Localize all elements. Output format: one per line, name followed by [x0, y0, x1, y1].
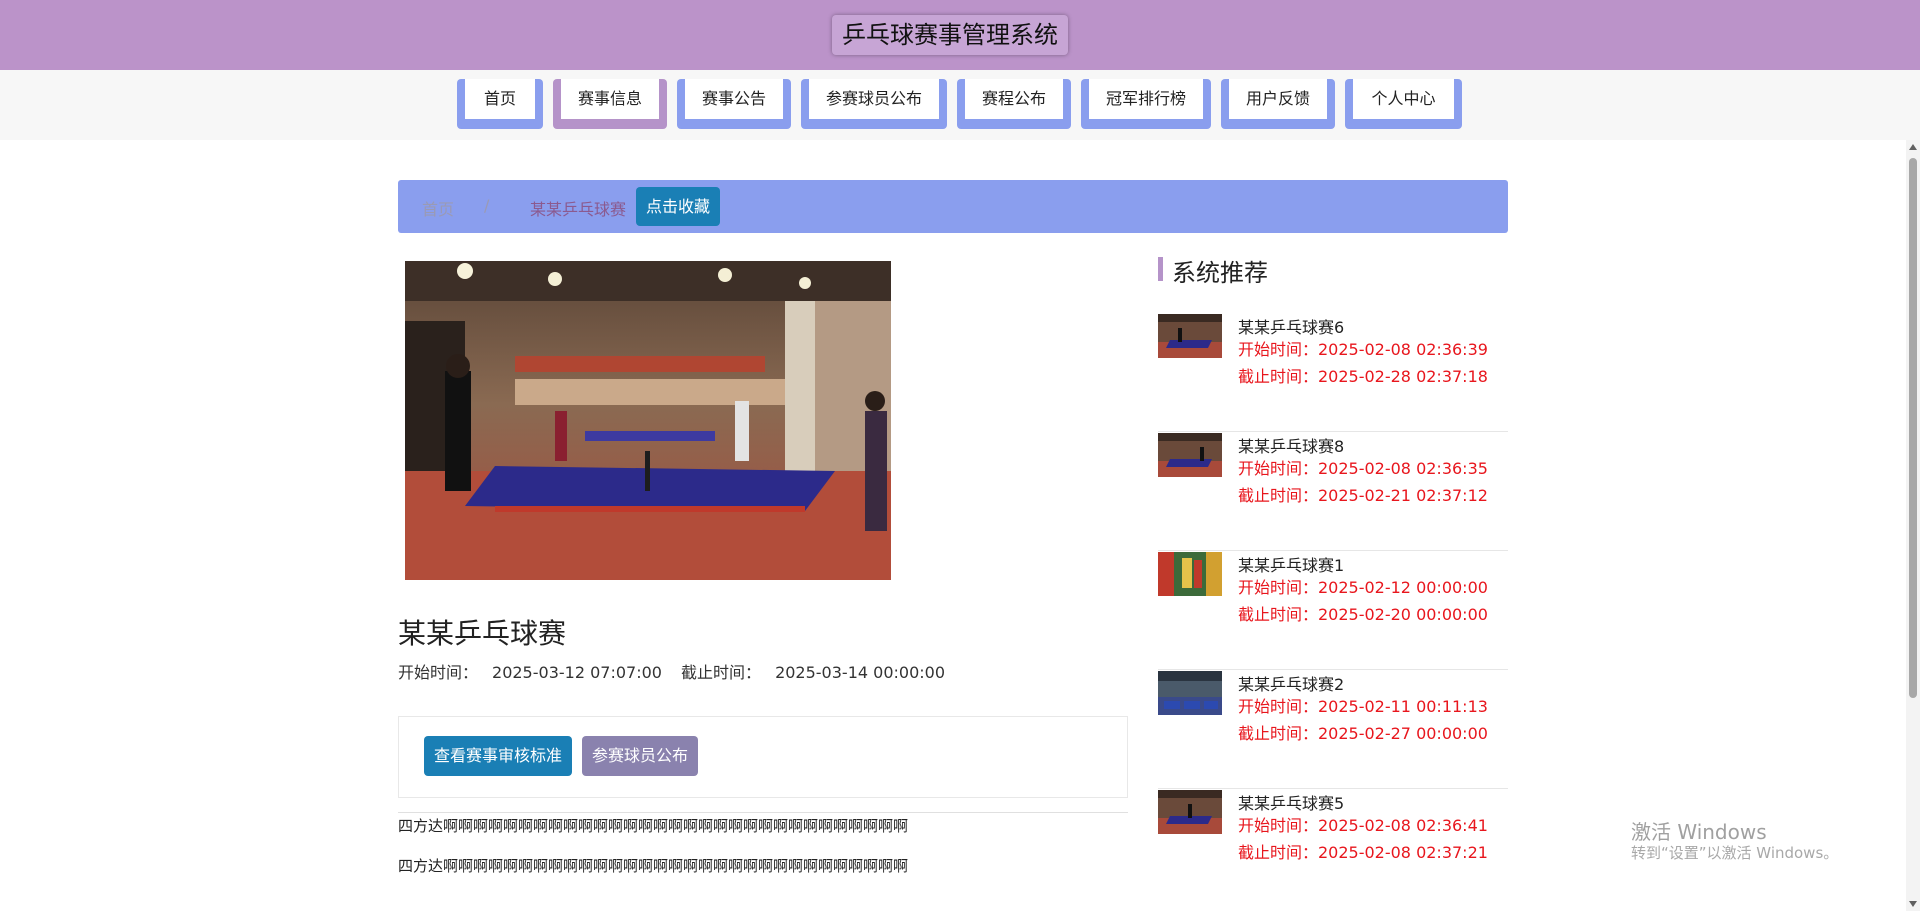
scroll-down-arrow-icon[interactable] — [1909, 901, 1917, 907]
content-line: 四方达啊啊啊啊啊啊啊啊啊啊啊啊啊啊啊啊啊啊啊啊啊啊啊啊啊啊啊啊啊啊啊 — [398, 817, 909, 835]
action-box: 查看赛事审核标准 参赛球员公布 — [398, 716, 1128, 798]
content-line: 四方达啊啊啊啊啊啊啊啊啊啊啊啊啊啊啊啊啊啊啊啊啊啊啊啊啊啊啊啊啊啊啊 — [398, 857, 909, 875]
recommend-start: 开始时间：2025-02-12 00:00:00 — [1238, 578, 1488, 597]
breadcrumb: 首页 / 某某乒乓球赛 点击收藏 — [398, 180, 1508, 233]
breadcrumb-current: 某某乒乓球赛 — [530, 200, 627, 219]
breadcrumb-home-link[interactable]: 首页 — [422, 196, 454, 220]
recommend-end: 截止时间：2025-02-21 02:37:12 — [1238, 486, 1488, 505]
collect-button[interactable]: 点击收藏 — [636, 187, 720, 226]
recommend-start: 开始时间：2025-02-08 02:36:41 — [1238, 816, 1488, 835]
recommend-end: 截止时间：2025-02-20 00:00:00 — [1238, 605, 1488, 624]
view-criteria-button[interactable]: 查看赛事审核标准 — [424, 736, 572, 776]
nav-tab-label: 用户反馈 — [1229, 79, 1327, 119]
content-divider — [398, 812, 1128, 813]
nav-tab-label: 赛程公布 — [965, 79, 1063, 119]
players-list-button[interactable]: 参赛球员公布 — [582, 736, 698, 776]
recommend-title-bar — [1158, 257, 1163, 281]
nav-tab-players[interactable]: 参赛球员公布 — [801, 79, 947, 129]
page-scrollbar[interactable] — [1906, 140, 1920, 911]
nav-tab-label: 个人中心 — [1353, 79, 1454, 119]
header: 乒乓球赛事管理系统 — [0, 0, 1920, 70]
nav-tab-event-info[interactable]: 赛事信息 — [553, 79, 667, 129]
recommend-end: 截止时间：2025-02-28 02:37:18 — [1238, 367, 1488, 386]
nav-tab-label: 冠军排行榜 — [1089, 79, 1203, 119]
recommend-name: 某某乒乓球赛5 — [1238, 794, 1345, 813]
recommend-end: 截止时间：2025-02-27 00:00:00 — [1238, 724, 1488, 743]
recommend-name: 某某乒乓球赛8 — [1238, 437, 1345, 456]
nav-tab-label: 首页 — [465, 79, 535, 119]
scroll-up-arrow-icon[interactable] — [1909, 144, 1917, 150]
nav-tab-label: 赛事公告 — [685, 79, 783, 119]
recommend-item[interactable]: 某某乒乓球赛1 开始时间：2025-02-12 00:00:00 截止时间：20… — [1158, 552, 1508, 670]
recommend-thumbnail — [1158, 433, 1222, 477]
recommend-title: 系统推荐 — [1172, 259, 1268, 287]
nav-tab-feedback[interactable]: 用户反馈 — [1221, 79, 1335, 129]
start-time-value: 2025-03-12 07:07:00 — [492, 663, 662, 682]
recommend-start: 开始时间：2025-02-08 02:36:39 — [1238, 340, 1488, 359]
recommend-end: 截止时间：2025-02-08 02:37:21 — [1238, 843, 1488, 862]
activation-watermark-subtitle: 转到“设置”以激活 Windows。 — [1631, 844, 1839, 862]
nav-tab-announcements[interactable]: 赛事公告 — [677, 79, 791, 129]
nav-tab-label: 参赛球员公布 — [809, 79, 939, 119]
end-time-label: 截止时间： — [681, 663, 762, 682]
table-tennis-hall-image — [405, 261, 891, 580]
recommend-start: 开始时间：2025-02-11 00:11:13 — [1238, 697, 1488, 716]
recommend-thumbnail — [1158, 671, 1222, 715]
recommend-item[interactable]: 某某乒乓球赛5 开始时间：2025-02-08 02:36:41 截止时间：20… — [1158, 790, 1508, 908]
start-time-label: 开始时间： — [398, 663, 479, 682]
event-image — [405, 261, 891, 580]
nav-tab-ranking[interactable]: 冠军排行榜 — [1081, 79, 1211, 129]
recommend-item[interactable]: 某某乒乓球赛6 开始时间：2025-02-08 02:36:39 截止时间：20… — [1158, 314, 1508, 432]
nav-tab-schedule[interactable]: 赛程公布 — [957, 79, 1071, 129]
recommend-name: 某某乒乓球赛1 — [1238, 556, 1345, 575]
recommend-item[interactable]: 某某乒乓球赛8 开始时间：2025-02-08 02:36:35 截止时间：20… — [1158, 433, 1508, 551]
nav-tab-profile[interactable]: 个人中心 — [1345, 79, 1462, 129]
nav-tab-label: 赛事信息 — [561, 79, 659, 119]
nav-tab-home[interactable]: 首页 — [457, 79, 543, 129]
site-title: 乒乓球赛事管理系统 — [832, 15, 1068, 55]
recommend-item[interactable]: 某某乒乓球赛2 开始时间：2025-02-11 00:11:13 截止时间：20… — [1158, 671, 1508, 789]
activation-watermark-title: 激活 Windows — [1631, 820, 1767, 844]
recommend-name: 某某乒乓球赛6 — [1238, 318, 1345, 337]
recommend-name: 某某乒乓球赛2 — [1238, 675, 1345, 694]
event-title: 某某乒乓球赛 — [398, 617, 567, 650]
scrollbar-thumb[interactable] — [1909, 158, 1917, 698]
breadcrumb-separator: / — [484, 196, 490, 215]
recommend-thumbnail — [1158, 790, 1222, 834]
end-time-value: 2025-03-14 00:00:00 — [775, 663, 945, 682]
recommend-thumbnail — [1158, 314, 1222, 358]
event-times: 开始时间： 2025-03-12 07:07:00 截止时间： 2025-03-14… — [398, 659, 959, 683]
recommend-start: 开始时间：2025-02-08 02:36:35 — [1238, 459, 1488, 478]
recommend-thumbnail — [1158, 552, 1222, 596]
